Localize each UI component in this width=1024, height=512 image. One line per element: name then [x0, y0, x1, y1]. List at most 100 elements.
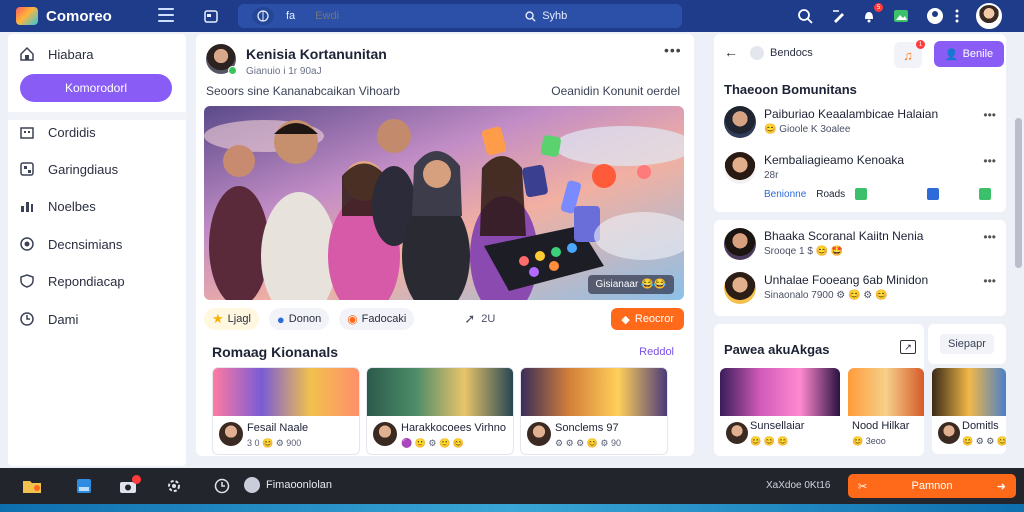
app-logo[interactable]: Comoreo — [16, 7, 112, 25]
panel-tab[interactable]: Bendocs — [750, 46, 813, 60]
folder-icon[interactable] — [22, 477, 42, 495]
search-input[interactable] — [315, 10, 486, 22]
calendar-icon[interactable] — [200, 5, 222, 27]
list-item[interactable]: Kembaliagieamo Kenoaka 28r ••• — [724, 152, 1000, 188]
like-button[interactable]: ★ Ljagl — [204, 308, 259, 330]
cta-label: Reocror — [634, 313, 674, 325]
list-item[interactable]: Paiburiao Keaalambicae Halaian 😊 Gioole … — [724, 106, 1000, 142]
top-bar: Comoreo fa Syhb 5 — [0, 0, 1024, 32]
list-item[interactable]: Unhalae Fooeang 6ab Minidon Sinaonalo 79… — [724, 272, 1000, 308]
image-icon[interactable] — [890, 5, 912, 27]
scrollbar[interactable] — [1015, 118, 1022, 268]
search-bar[interactable]: fa Syhb — [238, 4, 682, 28]
user-avatar[interactable] — [976, 3, 1002, 29]
post-image[interactable]: Gisianaar 😂😂 — [204, 106, 684, 300]
sidebar: Hiabara Komorodorl Cordidis Garingdiaus … — [8, 34, 186, 466]
save-button[interactable]: ◉ Fadocaki — [339, 308, 415, 330]
card-title: Sunsellaiar — [750, 420, 805, 432]
post-meta: Gianuio i 1r 90aJ — [246, 66, 322, 77]
clock-icon[interactable] — [212, 477, 232, 495]
sidebar-item-repondiacap[interactable]: Repondiacap — [18, 269, 178, 293]
share-button[interactable]: ➚ 2U — [464, 311, 495, 327]
search-icon[interactable] — [794, 5, 816, 27]
more-options-icon[interactable]: ••• — [983, 274, 996, 288]
card-meta: ⚙ ⚙ ⚙ 😊 ⚙ 90 — [555, 438, 621, 448]
share-icon: ➚ — [464, 311, 476, 326]
globe-icon[interactable] — [252, 7, 274, 25]
trending-search[interactable]: Siepapr — [928, 324, 1006, 364]
author-name[interactable]: Kenisia Kortanunitan — [246, 46, 387, 62]
sidebar-item-decnsimians[interactable]: Decnsimians — [18, 232, 178, 256]
trending-card[interactable]: Sunsellaiar 😊 😊 😊 — [720, 368, 840, 454]
primary-action[interactable]: Benionne — [764, 189, 806, 200]
profile-circle-icon[interactable] — [924, 5, 946, 27]
back-arrow-icon[interactable]: ← — [724, 44, 738, 60]
edit-icon[interactable] — [828, 5, 850, 27]
avatar — [724, 152, 756, 184]
card-meta: 3 0 😊 ⚙ 900 — [247, 438, 302, 448]
post-cta-button[interactable]: ◆ Reocror — [611, 308, 684, 330]
chart-icon — [18, 197, 36, 215]
more-vertical-icon[interactable] — [950, 5, 964, 27]
more-options-icon[interactable]: ••• — [983, 230, 996, 244]
post-actions: ★ Ljagl ● Donon ◉ Fadocaki ➚ 2U ◆ Reocro… — [204, 308, 684, 330]
post-illustration — [204, 119, 684, 300]
recommendation-card[interactable]: Fesail Naale 3 0 😊 ⚙ 900 — [212, 367, 360, 455]
trending-title: Pawea akuAkgas — [724, 342, 830, 357]
building-icon — [18, 123, 36, 141]
avatar — [724, 272, 756, 304]
avatar — [373, 422, 397, 446]
more-options-icon[interactable]: ••• — [983, 108, 996, 122]
sidebar-item-label: Decnsimians — [48, 236, 123, 252]
blue-app-icon[interactable] — [927, 188, 940, 200]
menu-icon[interactable] — [158, 8, 174, 22]
sidebar-item-cordidis[interactable]: Cordidis — [18, 120, 178, 144]
list-item[interactable]: Bhaaka Scoranal Kaiitn Nenia Srooqe 1 $ … — [724, 228, 1000, 264]
avatar — [244, 477, 260, 493]
more-options-icon[interactable]: ••• — [983, 154, 996, 168]
language-label[interactable]: fa — [286, 10, 295, 22]
camera-icon[interactable] — [118, 475, 141, 495]
follow-button[interactable]: 👤 Benile — [934, 41, 1004, 67]
taskbar-app[interactable]: Fimaoonlolan — [244, 477, 332, 493]
sidebar-item-active[interactable]: Komorodorl — [20, 74, 172, 102]
person-name: Unhalae Fooeang 6ab Minidon — [764, 273, 929, 287]
more-options-icon[interactable]: ••• — [664, 42, 682, 58]
expand-icon[interactable]: ↗ — [900, 340, 916, 354]
people-box: Bhaaka Scoranal Kaiitn Nenia Srooqe 1 $ … — [714, 220, 1006, 316]
search-button[interactable]: Syhb — [525, 10, 567, 22]
green-app-icon[interactable] — [979, 188, 992, 200]
post-caption-secondary: Oeanidin Konunit oerdel — [551, 84, 680, 98]
recommendation-card[interactable]: Harakkocoees Virhno 🟣 🙂 ⚙ 🙂 😊 — [366, 367, 514, 455]
sidebar-item-label: Cordidis — [48, 124, 96, 140]
comment-button[interactable]: ● Donon — [268, 308, 330, 330]
trending-card[interactable]: Nood Hilkar 😊 3eoo — [848, 368, 924, 454]
card-meta: 😊 3eoo — [852, 436, 886, 446]
follow-label: Benile — [962, 48, 994, 60]
card-thumbnail — [213, 368, 359, 416]
right-panel-header: ← Bendocs ♫ 1 👤 Benile — [714, 34, 1006, 74]
taskbar-cta-button[interactable]: ✂ Pamnon ➜ — [848, 474, 1016, 498]
trending-card[interactable]: Domitls 😊 ⚙ ⚙ 😊 — [932, 368, 1006, 454]
person-name: Bhaaka Scoranal Kaiitn Nenia — [764, 229, 924, 243]
notifications-icon[interactable]: 5 — [858, 3, 883, 27]
camera-badge — [132, 475, 141, 484]
taskbar: Fimaoonlolan XaXdoe 0Kt16 ✂ Pamnon ➜ — [0, 468, 1024, 504]
card-thumbnail — [720, 368, 840, 416]
recommendations-link[interactable]: Reddol — [639, 346, 674, 358]
card-meta: 🟣 🙂 ⚙ 🙂 😊 — [401, 438, 464, 448]
sidebar-item-dami[interactable]: Dami — [18, 307, 178, 331]
post-caption: Seoors sine Kananabcaikan Vihoarb — [206, 84, 400, 98]
sidebar-item-garingdiaus[interactable]: Garingdiaus — [18, 157, 178, 181]
card-meta: 😊 😊 😊 — [750, 436, 789, 446]
music-icon[interactable]: ♫ 1 — [894, 40, 925, 68]
app-window-icon[interactable] — [74, 477, 94, 495]
tab-icon — [750, 46, 764, 60]
sidebar-item-noelbes[interactable]: Noelbes — [18, 194, 178, 218]
settings-icon[interactable] — [164, 477, 184, 495]
secondary-action[interactable]: Roads — [816, 189, 845, 200]
online-indicator — [228, 66, 237, 75]
recommendation-card[interactable]: Sonclems 97 ⚙ ⚙ ⚙ 😊 ⚙ 90 — [520, 367, 668, 455]
green-app-icon[interactable] — [855, 188, 868, 200]
sidebar-item-home[interactable]: Hiabara — [18, 42, 178, 66]
